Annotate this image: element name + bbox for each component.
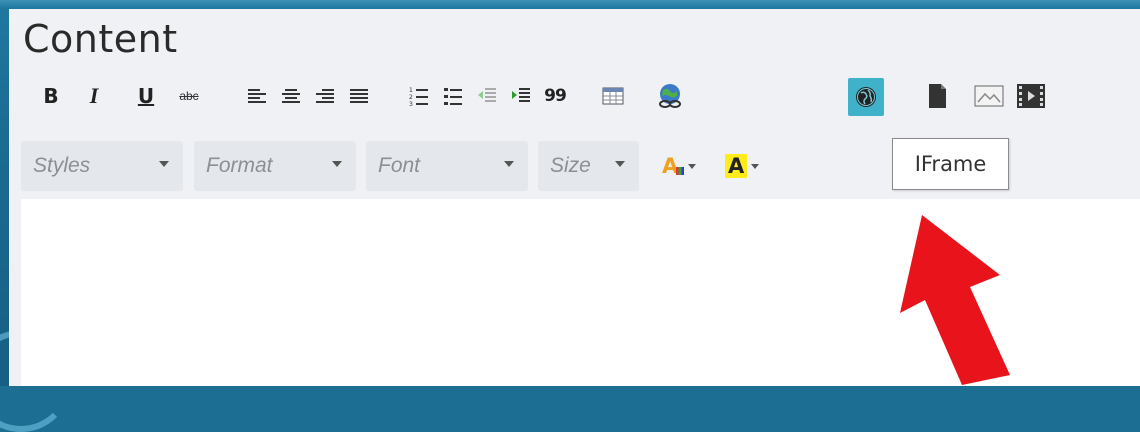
globe-icon [856,87,876,107]
bulleted-list-icon [444,88,462,105]
image-icon [974,85,1004,107]
chevron-down-icon [688,163,697,169]
justify-button[interactable] [346,80,372,112]
styles-dropdown[interactable]: Styles [21,141,183,191]
page-title: Content [23,17,178,61]
justify-icon [350,89,368,103]
background-color-icon: A [725,154,748,178]
outdent-button[interactable] [474,80,500,112]
background-color-button[interactable]: A [725,151,760,181]
align-right-button[interactable] [312,80,338,112]
chevron-down-icon [751,163,760,169]
text-color-button[interactable]: A [662,151,697,181]
svg-text:1: 1 [409,87,413,94]
chevron-down-icon [504,161,514,167]
format-dropdown-label: Format [206,154,273,177]
bold-button[interactable]: B [40,80,62,112]
underline-label: U [137,84,155,108]
numbered-list-icon: 1 2 3 [409,87,428,106]
chevron-down-icon [159,161,169,167]
table-icon [602,87,624,105]
table-button[interactable] [598,80,628,112]
size-dropdown-label: Size [550,154,591,177]
indent-icon [512,88,530,102]
bulleted-list-button[interactable] [440,80,466,112]
link-button[interactable] [654,80,686,112]
outdent-icon [478,88,496,102]
video-button[interactable] [1014,80,1048,112]
iframe-tooltip: IFrame [892,138,1009,190]
align-right-icon [316,89,334,103]
iframe-button[interactable] [848,78,884,116]
globe-link-icon [659,84,681,108]
image-button[interactable] [972,80,1006,112]
font-dropdown[interactable]: Font [366,141,528,191]
indent-button[interactable] [508,80,534,112]
annotation-arrow [900,215,1010,385]
strikethrough-button[interactable]: abc [174,80,204,112]
underline-button[interactable]: U [134,80,158,112]
italic-button[interactable]: I [84,80,104,112]
styles-dropdown-label: Styles [33,154,91,177]
align-left-icon [248,89,266,103]
format-dropdown[interactable]: Format [194,141,356,191]
align-center-button[interactable] [278,80,304,112]
font-dropdown-label: Font [378,154,421,177]
align-center-icon [282,89,300,103]
file-icon [929,84,946,108]
chevron-down-icon [332,161,342,167]
svg-text:2: 2 [409,94,413,101]
numbered-list-button[interactable]: 1 2 3 [406,80,432,112]
blockquote-label: 99 [544,86,567,106]
formatting-toolbar: B I U abc 1 2 3 99 [22,78,1140,124]
size-dropdown[interactable]: Size [538,141,639,191]
italic-label: I [89,83,99,108]
video-icon [1017,84,1045,108]
strikethrough-label: abc [179,89,199,103]
bold-label: B [43,84,59,108]
align-left-button[interactable] [244,80,270,112]
file-button[interactable] [924,80,950,112]
blockquote-button[interactable]: 99 [542,80,568,112]
chevron-down-icon [615,161,625,167]
svg-text:3: 3 [409,101,413,106]
color-swatch-icon [676,167,685,175]
